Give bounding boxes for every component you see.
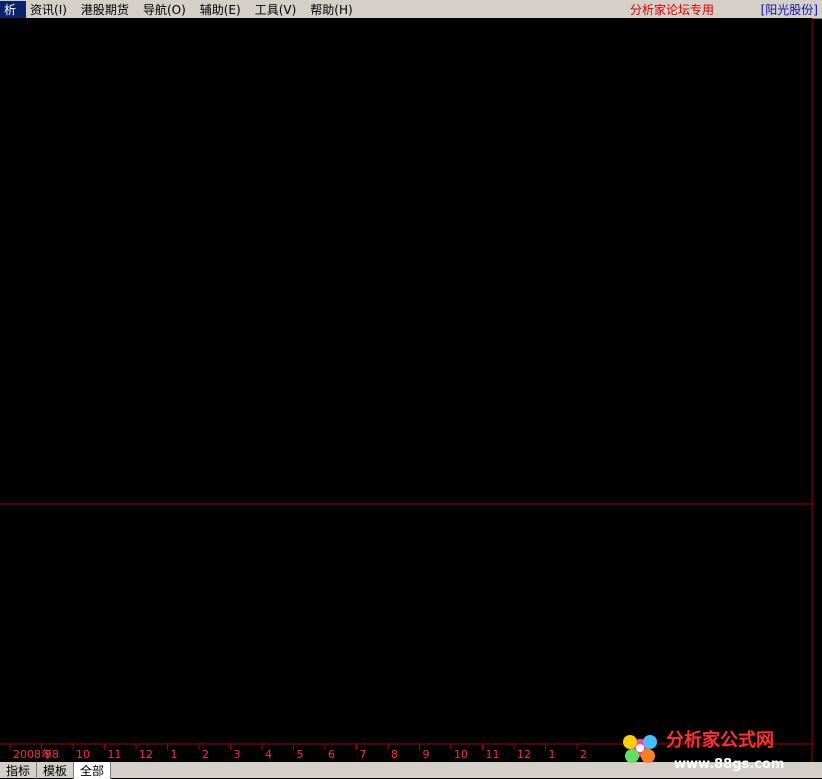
date-label: 1 <box>549 748 556 761</box>
date-label: 11 <box>486 748 500 761</box>
date-label: 1 <box>171 748 178 761</box>
date-label: 12 <box>139 748 153 761</box>
date-label: 10 <box>454 748 468 761</box>
date-label: 7 <box>360 748 367 761</box>
menu-item-info[interactable]: 资讯(I) <box>26 1 77 18</box>
tab-indicator[interactable]: 指标 <box>0 761 38 779</box>
menu-item-navigate[interactable]: 导航(O) <box>139 1 196 18</box>
date-label: 11 <box>108 748 122 761</box>
menu-item-hk-futures[interactable]: 港股期货 <box>77 1 139 18</box>
date-label: 10 <box>76 748 90 761</box>
forum-badge: 分析家论坛专用 <box>629 3 714 17</box>
watermark-logo: 分析家公式网 www.88gs.com <box>623 729 784 772</box>
tab-template[interactable]: 模板 <box>37 761 75 779</box>
date-label: 5 <box>297 748 304 761</box>
date-axis: 2008年89 10 11 12 1 2 3 4 5 6 7 8 9 10 11 12 1 2 <box>9 744 587 761</box>
date-label: 2008年8 <box>13 747 59 761</box>
date-label: 9 <box>423 748 430 761</box>
menu-item-help[interactable]: 帮助(H) <box>306 1 362 18</box>
date-label: 6 <box>328 748 335 761</box>
menu-item-analysis[interactable]: 析 <box>0 0 27 18</box>
menu-item-assist[interactable]: 辅助(E) <box>196 1 251 18</box>
chart-bg <box>0 18 812 744</box>
date-label: 12 <box>517 748 531 761</box>
date-label: 2 <box>202 748 209 761</box>
flower-icon <box>623 735 657 763</box>
menu-bar: 析 资讯(I) 港股期货 导航(O) 辅助(E) 工具(V) 帮助(H) 分析家… <box>0 0 822 19</box>
date-label: 9 <box>45 748 52 761</box>
stock-badge: [阳光股份] <box>760 3 818 17</box>
menu-item-tools[interactable]: 工具(V) <box>251 1 307 18</box>
date-label: 4 <box>265 748 272 761</box>
date-label: 3 <box>234 748 241 761</box>
watermark-brand: 分析家公式网 <box>666 729 774 751</box>
tab-all[interactable]: 全部 <box>74 761 112 779</box>
watermark-url: www.88gs.com <box>674 757 784 772</box>
kline-chart[interactable]: 14.26←2.8211.19-11.20 2008年8910111212345… <box>0 18 822 762</box>
date-label: 2 <box>580 748 587 761</box>
date-label: 8 <box>391 748 398 761</box>
